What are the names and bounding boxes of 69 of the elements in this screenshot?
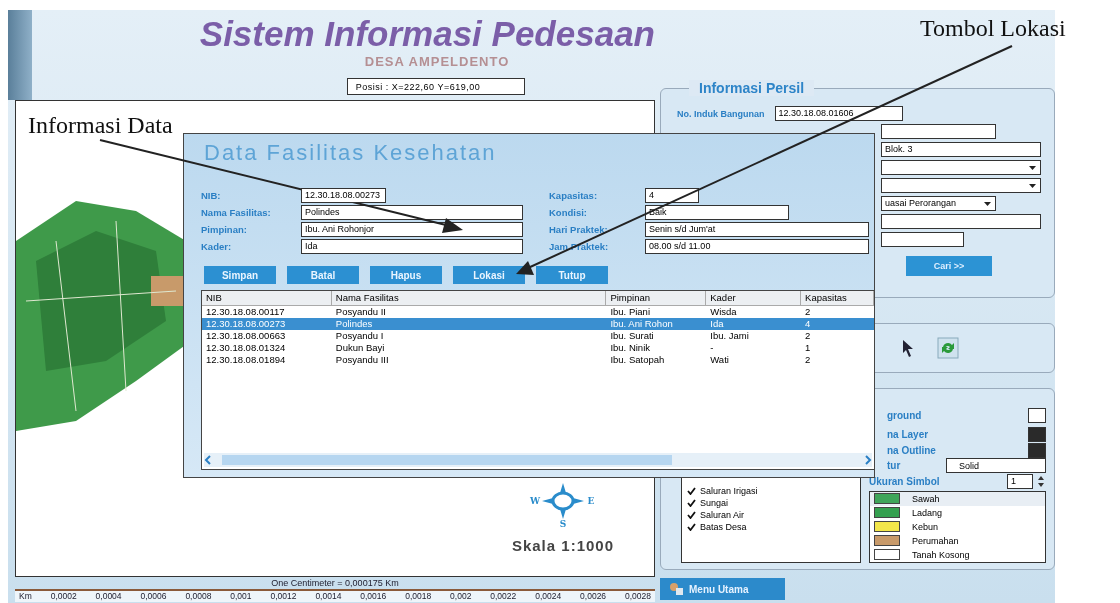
field-label: tur [887,460,901,472]
table-cell-text: Ibu. Ani Rohon [609,318,674,330]
table-cell-text: Dukun Bayi [334,342,386,354]
table-cell-text: Posyandu III [334,354,390,366]
field-label: Ukuran Simbol [869,475,940,487]
field-label: Nama Fasilitas: [201,207,272,218]
table-cell-text: 2 [804,354,812,366]
field-label: na Layer [887,429,929,441]
table-cell-text: Ibu. Jami [709,330,750,342]
scale-tick-label: 0,0016 [360,591,387,602]
field-label: Pimpinan: [201,224,248,235]
scale-unit: Km [19,591,32,602]
scale-tick-label: 0,0012 [270,591,297,602]
layer-name: Sungai [700,497,729,509]
field-label: Kondisi: [549,207,588,218]
scale-tick-label: 0,002 [450,591,472,602]
scale-tick-label: 0,0028 [625,591,651,602]
table-cell-text: 4 [804,318,812,330]
field-label: na Outline [887,444,936,456]
scale-tick-label: 0,0018 [405,591,432,602]
field-label: Kader: [201,241,233,252]
table-cell-text: Ida [709,318,725,330]
scale-tick-label: 0,0026 [580,591,607,602]
table-cell-text: 12.30.18.08.00273 [205,318,287,330]
table-cell-text: Ibu. Ninik [609,342,651,354]
annotation-label: Tombol Lokasi [920,14,1066,42]
table-cell-text: Posyandu I [334,330,385,342]
scale-caption: One Centimeter = 0,000175 Km [270,577,400,589]
scale-tick-label: 0,0004 [95,591,122,602]
table-cell-text: 2 [804,330,812,342]
table-cell-text: - [709,342,715,354]
field-label: Hari Praktek: [549,224,609,235]
table-cell-text: Posyandu II [334,306,387,318]
table-cell-text: 12.30.18.08.00663 [205,330,287,342]
scale-tick-label: 0,0014 [315,591,342,602]
compass-label: E [587,496,595,506]
field-label: ground [887,409,922,421]
table-cell-text: Wisda [709,306,738,318]
table-cell-text: Ibu. Piani [609,306,651,318]
table-cell-text: 2 [804,306,812,318]
scale-tick-label: 0,0002 [50,591,77,602]
field-label: NIB: [201,190,222,201]
field-label: No. Induk Bangunan [677,108,765,119]
position-readout: Posisi : X=222,60 Y=619,00 [346,78,525,95]
scale-tick-label: 0,001 [230,591,252,602]
table-cell-text: Ibu. Satopah [609,354,666,366]
field-label: Kapasitas: [549,190,599,201]
compass-label: S [559,519,567,529]
app-title: Sistem Informasi Pedesaan [199,14,655,54]
table-cell-text: 12.30.18.08.00117 [205,306,286,318]
app-subtitle: DESA AMPELDENTO [364,54,511,70]
table-cell-text: Ibu. Surati [609,330,655,342]
table-cell-text: 1 [804,342,812,354]
table-cell-text: 12.30.18.08.01324 [205,342,287,354]
dialog-title: Data Fasilitas Kesehatan [204,140,498,166]
layer-name: Saluran Air [700,509,745,521]
scale-tick-label: 0,0022 [490,591,517,602]
scale-tick-label: 0,0024 [535,591,562,602]
map-scale: Skala 1:1000 [511,537,614,554]
table-cell-text: Polindes [334,318,374,330]
scale-tick-label: 0,0008 [185,591,212,602]
layer-name: Saluran Irigasi [700,485,758,497]
scale-tick-label: 0,0006 [140,591,167,602]
table-cell-text: 12.30.18.08.01894 [205,354,287,366]
panel-heading: Informasi Persil [689,80,815,96]
compass-label: W [529,496,540,506]
table-cell-text: Wati [709,354,730,366]
layer-name: Batas Desa [700,521,747,533]
annotation-label: Informasi Data [28,111,173,139]
